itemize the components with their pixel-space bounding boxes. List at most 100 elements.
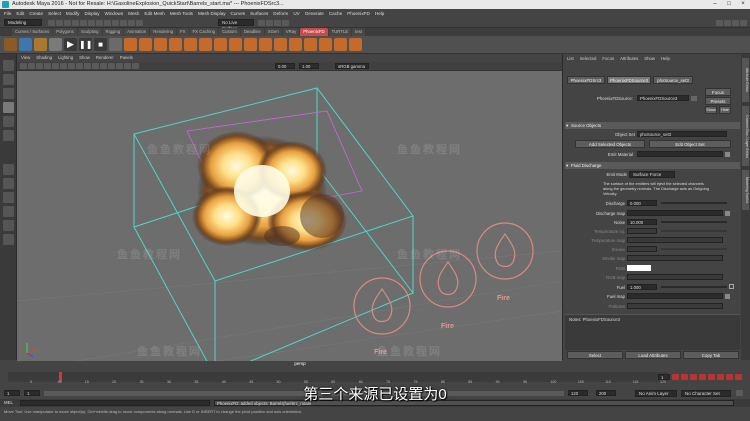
lasso-tool-icon[interactable] — [3, 74, 14, 85]
attribute-editor-toggle-icon[interactable] — [724, 20, 731, 26]
move-tool-icon[interactable] — [3, 102, 14, 113]
menu-deform[interactable]: Deform — [273, 9, 288, 18]
fire-emitter-12-icon[interactable] — [289, 38, 302, 51]
new-scene-icon[interactable] — [48, 20, 55, 26]
stop-icon[interactable]: ■ — [94, 38, 107, 51]
fire-emitter-6-icon[interactable] — [199, 38, 212, 51]
ipr-render-icon[interactable] — [266, 20, 273, 26]
menu-help[interactable]: Help — [375, 9, 384, 18]
node-go-icon[interactable] — [691, 96, 697, 101]
channel-box-toggle-icon[interactable] — [740, 20, 747, 26]
emit-mode-dropdown[interactable]: Surface Force — [629, 171, 675, 178]
camera-attributes-icon[interactable] — [20, 63, 27, 69]
shelf-tab-curves-surfaces[interactable]: Curves / Surfaces — [12, 28, 53, 36]
shelf-tab-rigging[interactable]: Rigging — [102, 28, 124, 36]
phoenix-fire-sim-icon[interactable] — [4, 38, 17, 51]
shadows-icon[interactable] — [100, 63, 107, 69]
gamma-field[interactable]: 1.00 — [299, 63, 319, 69]
lights-icon[interactable] — [92, 63, 99, 69]
menu-generate[interactable]: Generate — [305, 9, 324, 18]
fire-emitter-16-icon[interactable] — [349, 38, 362, 51]
open-scene-icon[interactable] — [56, 20, 63, 26]
modeling-toolkit-toggle-icon[interactable] — [716, 20, 723, 26]
shelf-tab-test[interactable]: test — [352, 28, 366, 36]
fire-emitter-9-icon[interactable] — [244, 38, 257, 51]
menu-mesh-tools[interactable]: Mesh Tools — [170, 9, 193, 18]
fire-emitter-5-icon[interactable] — [184, 38, 197, 51]
node-name-field[interactable]: PhoenixFDSource3 — [637, 95, 689, 101]
wireframe-icon[interactable] — [68, 63, 75, 69]
play-forwards-icon[interactable] — [708, 374, 715, 380]
rotate-tool-icon[interactable] — [3, 116, 14, 127]
step-forward-key-icon[interactable] — [726, 374, 733, 380]
menu-edit[interactable]: Edit — [16, 9, 24, 18]
shelf-tab-custom[interactable]: Custom — [219, 28, 240, 36]
snap-surface-icon[interactable] — [136, 20, 143, 26]
discharge-slider[interactable] — [661, 202, 727, 204]
fire-emitter-2-icon[interactable] — [139, 38, 152, 51]
save-scene-icon[interactable] — [64, 20, 71, 26]
notes-panel[interactable]: Notes: PhoenixFDSource3 — [565, 314, 740, 350]
viewport-menu-show[interactable]: Show — [79, 54, 90, 62]
fire-emitter-4-icon[interactable] — [169, 38, 182, 51]
fire-emitter-8-icon[interactable] — [229, 38, 242, 51]
resolution-gate-icon[interactable] — [60, 63, 67, 69]
pause-icon[interactable]: ❚❚ — [79, 38, 92, 51]
phoenix-particle-icon[interactable] — [49, 38, 62, 51]
attr-menu-help[interactable]: Help — [661, 56, 670, 61]
fire-emitter-3-icon[interactable] — [154, 38, 167, 51]
viewport-menu-renderer[interactable]: Renderer — [96, 54, 114, 62]
snap-curve-icon[interactable] — [120, 20, 127, 26]
smooth-shade-icon[interactable] — [76, 63, 83, 69]
textured-icon[interactable] — [84, 63, 91, 69]
exposure-field[interactable]: 0.00 — [275, 63, 295, 69]
step-forward-icon[interactable] — [717, 374, 724, 380]
menu-uv[interactable]: UV — [293, 9, 299, 18]
shelf-tab-deadline[interactable]: Deadline — [240, 28, 264, 36]
step-back-icon[interactable] — [690, 374, 697, 380]
shelf-tab-fx-caching[interactable]: FX Caching — [189, 28, 218, 36]
discharge-map-field[interactable] — [627, 210, 723, 216]
noise-slider[interactable] — [661, 221, 727, 223]
shelf-tab-sculpting[interactable]: Sculpting — [77, 28, 102, 36]
viewport-menu-shading[interactable]: Shading — [36, 54, 52, 62]
attr-tab-set[interactable]: phxSource_set3 — [653, 76, 693, 84]
mode-dropdown[interactable]: Modeling — [4, 19, 42, 26]
attr-menu-attributes[interactable]: Attributes — [620, 56, 638, 61]
fire-emitter-15-icon[interactable] — [334, 38, 347, 51]
load-attributes-button[interactable]: Load Attributes — [625, 351, 681, 359]
section-source-objects[interactable]: Source Objects — [565, 122, 740, 129]
menu-select[interactable]: Select — [48, 9, 61, 18]
attr-menu-focus[interactable]: Focus — [602, 56, 614, 61]
fuel-map-field[interactable] — [627, 293, 723, 299]
focus-button[interactable]: Focus — [705, 88, 731, 96]
attr-menu-list[interactable]: List — [567, 56, 574, 61]
current-frame-field[interactable]: 1 — [658, 374, 670, 380]
menu-edit-mesh[interactable]: Edit Mesh — [144, 9, 164, 18]
fire-emitter-13-icon[interactable] — [304, 38, 317, 51]
menu-surfaces[interactable]: Surfaces — [250, 9, 268, 18]
phoenix-source-icon[interactable] — [34, 38, 47, 51]
shelf-tab-animation[interactable]: Animation — [124, 28, 150, 36]
fuel-field[interactable]: 1.000 — [627, 284, 657, 290]
play-icon[interactable]: ▶ — [64, 38, 77, 51]
go-to-start-icon[interactable] — [672, 374, 679, 380]
menu-create[interactable]: Create — [29, 9, 43, 18]
menu-mesh[interactable]: Mesh — [128, 9, 139, 18]
xray-icon[interactable] — [132, 63, 139, 69]
shelf-tab-turtle[interactable]: TURTLE — [328, 28, 352, 36]
go-to-end-icon[interactable] — [735, 374, 742, 380]
side-by-side-layout-icon[interactable] — [3, 192, 14, 203]
close-button[interactable]: × — [736, 0, 750, 9]
attr-tab-source[interactable]: PhoenixFDSource3 — [607, 76, 651, 84]
right-tab-channel-box[interactable]: Channel Box / Layer Editor — [742, 106, 749, 166]
shelf-tab-rendering[interactable]: Rendering — [150, 28, 177, 36]
add-selected-objects-button[interactable]: Add Selected Objects — [575, 140, 645, 148]
hypershade-layout-icon[interactable] — [3, 234, 14, 245]
fire-emitter-14-icon[interactable] — [319, 38, 332, 51]
viewport-menu-lighting[interactable]: Lighting — [58, 54, 73, 62]
maximize-button[interactable]: □ — [722, 0, 736, 9]
fire-emitter-10-icon[interactable] — [259, 38, 272, 51]
step-back-key-icon[interactable] — [681, 374, 688, 380]
menu-display[interactable]: Display — [84, 9, 99, 18]
